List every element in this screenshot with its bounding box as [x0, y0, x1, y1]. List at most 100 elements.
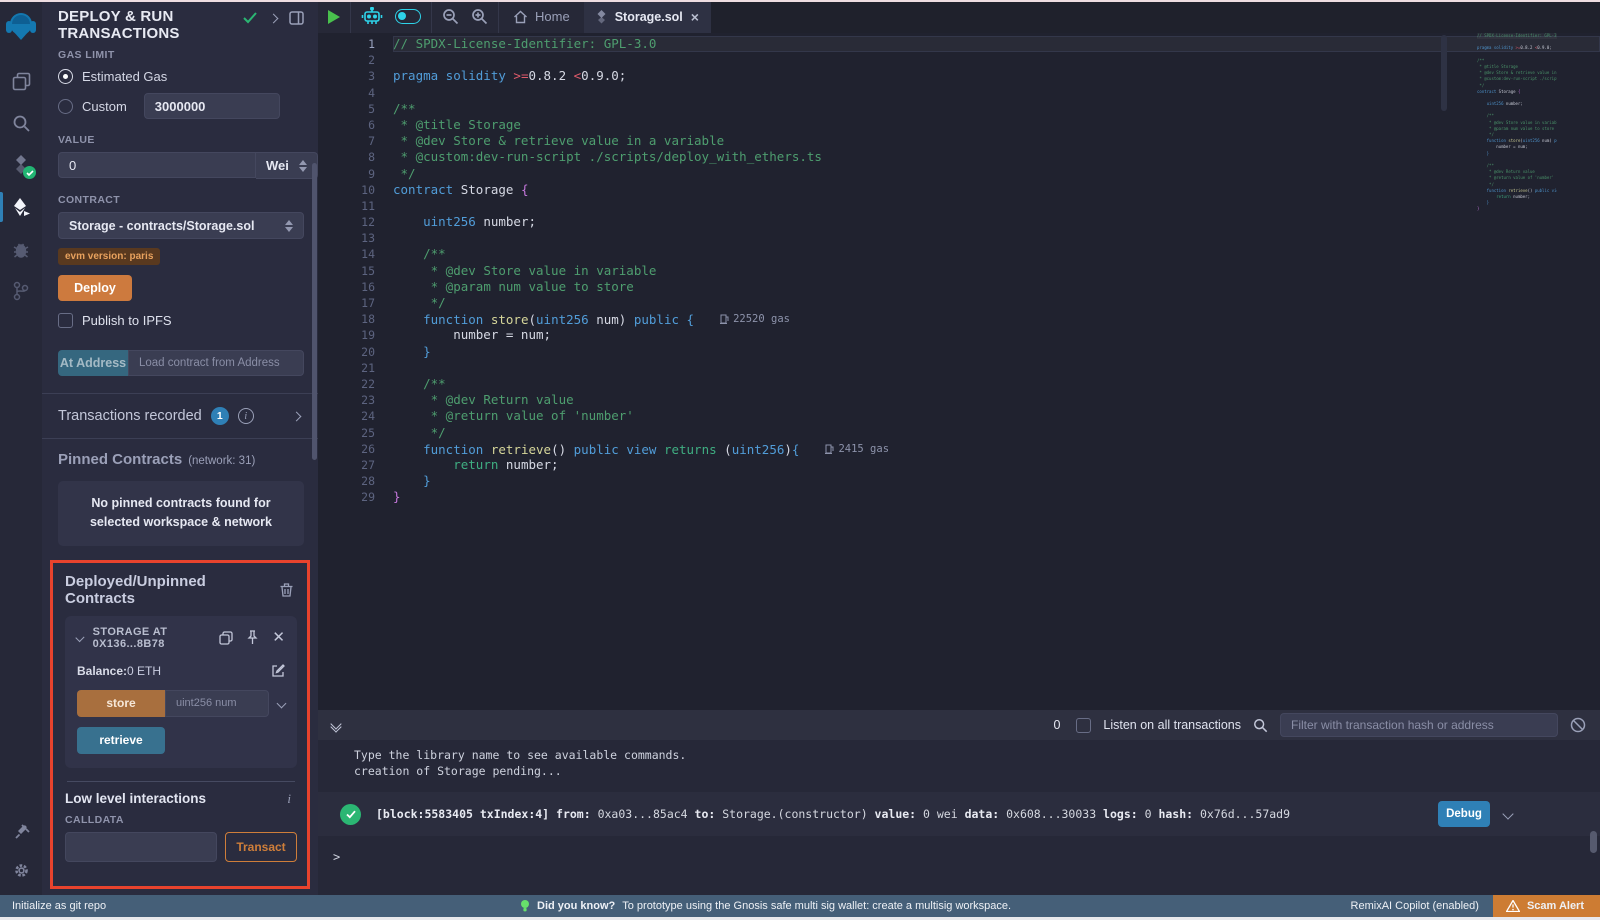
publish-ipfs-label: Publish to IPFS [82, 313, 172, 328]
copilot-status[interactable]: RemixAI Copilot (enabled) [1351, 900, 1479, 912]
custom-gas-label: Custom [82, 99, 127, 114]
copy-address-icon[interactable] [219, 631, 233, 645]
scam-alert-button[interactable]: Scam Alert [1493, 895, 1600, 917]
expand-arguments-chevron[interactable] [277, 698, 287, 708]
value-input[interactable] [58, 152, 256, 178]
git-init-button[interactable]: Initialize as git repo [0, 900, 106, 912]
settings-button[interactable] [0, 851, 42, 889]
did-you-know-tip: Did you know? To prototype using the Gno… [520, 899, 1011, 913]
files-icon [12, 72, 31, 91]
custom-gas-input[interactable] [144, 93, 280, 119]
run-script-button[interactable] [328, 10, 340, 24]
lowlevel-info-icon[interactable]: i [287, 791, 291, 807]
terminal-collapse-button[interactable] [332, 720, 340, 731]
editor-scrollbar[interactable] [1441, 35, 1447, 111]
code-line: } [393, 344, 1600, 360]
calldata-input[interactable] [65, 832, 217, 862]
line-number: 28 [318, 473, 375, 489]
publish-ipfs-checkbox[interactable] [58, 313, 73, 328]
at-address-input[interactable] [128, 350, 304, 376]
clear-instances-button[interactable] [280, 583, 293, 597]
debug-button[interactable]: Debug [1438, 801, 1490, 827]
zoom-in-icon[interactable] [471, 8, 488, 25]
solidity-compiler-button[interactable] [0, 146, 42, 184]
terminal-filter-input[interactable] [1280, 713, 1558, 737]
pinned-empty-line1: No pinned contracts found for [91, 496, 270, 510]
store-argument-input[interactable] [165, 690, 269, 717]
zoom-out-icon[interactable] [442, 8, 459, 25]
compile-success-badge [23, 166, 36, 179]
listen-all-checkbox[interactable] [1076, 718, 1091, 733]
store-function-button[interactable]: store [77, 690, 165, 717]
clear-console-icon[interactable] [1570, 717, 1586, 733]
transactions-recorded-label: Transactions recorded [58, 408, 202, 424]
ai-copilot-toggle[interactable] [395, 9, 421, 24]
home-icon [513, 10, 528, 24]
instance-collapse-chevron[interactable] [75, 633, 84, 642]
gas-estimate-annotation: 2415 gas [825, 441, 889, 457]
contract-select[interactable]: Storage - contracts/Storage.sol [58, 212, 304, 239]
git-button[interactable] [0, 272, 42, 310]
deploy-run-button-active[interactable] [0, 188, 42, 226]
search-icon [12, 114, 31, 133]
edit-balance-button[interactable] [271, 664, 285, 678]
zoom-group [432, 0, 499, 33]
pin-instance-icon[interactable] [246, 630, 259, 645]
line-number: 14 [318, 246, 375, 262]
search-button[interactable] [0, 104, 42, 142]
terminal-log-lines: Type the library name to see available c… [318, 740, 1600, 779]
git-branch-icon [12, 281, 30, 301]
edit-icon [271, 664, 285, 678]
pin-panel-icon[interactable] [289, 11, 304, 25]
status-bar: Initialize as git repo Did you know? To … [0, 895, 1600, 917]
code-editor[interactable]: 1234567891011121314151617181920212223242… [318, 33, 1600, 710]
line-number: 25 [318, 425, 375, 441]
tab-home[interactable]: Home [499, 0, 584, 33]
debugger-button[interactable] [0, 230, 42, 268]
at-address-button[interactable]: At Address [58, 350, 128, 376]
deploy-button[interactable]: Deploy [58, 275, 132, 301]
lowlevel-title: Low level interactions [65, 791, 206, 806]
value-unit-select[interactable]: Wei [256, 152, 318, 179]
deploy-run-panel: DEPLOY & RUN TRANSACTIONS GAS LIMIT Esti… [42, 0, 318, 895]
ai-copilot-robot-icon[interactable] [361, 7, 383, 26]
plugin-manager-button[interactable] [0, 813, 42, 851]
terminal-body[interactable]: Type the library name to see available c… [318, 740, 1600, 895]
panel-expand-chevron[interactable] [269, 13, 279, 23]
transact-button[interactable]: Transact [225, 832, 297, 862]
line-number: 26 [318, 441, 375, 457]
retrieve-function-button[interactable]: retrieve [77, 727, 165, 754]
file-tab-label: Storage.sol [615, 10, 683, 24]
recorded-info-icon[interactable]: i [238, 408, 254, 424]
estimated-gas-radio[interactable] [58, 69, 73, 84]
terminal-scrollbar[interactable] [1590, 831, 1597, 853]
pinned-empty-state: No pinned contracts found for selected w… [58, 481, 304, 546]
custom-gas-radio[interactable] [58, 99, 73, 114]
panel-scrollbar[interactable] [312, 163, 317, 460]
gas-limit-label: GAS LIMIT [58, 49, 304, 61]
icon-rail [0, 0, 42, 895]
calldata-label: CALLDATA [65, 814, 297, 826]
minimap[interactable]: // SPDX-License-Identifier: GPL-3.0 prag… [1477, 33, 1557, 219]
terminal-search-icon[interactable] [1253, 718, 1268, 733]
terminal-prompt[interactable]: > [318, 836, 1600, 864]
run-group [318, 0, 351, 33]
line-number: 3 [318, 68, 375, 84]
window-top-edge [0, 0, 1600, 2]
code-line: // SPDX-License-Identifier: GPL-3.0 [393, 36, 1600, 52]
tab-storage-sol[interactable]: Storage.sol × [584, 0, 711, 33]
contract-stepper-icon [285, 220, 293, 232]
close-tab-icon[interactable]: × [691, 9, 699, 25]
remove-instance-icon[interactable]: ✕ [272, 630, 285, 645]
tx-expand-chevron[interactable] [1502, 808, 1513, 819]
code-line: } [393, 489, 1600, 505]
deployed-contracts-section-annotated: Deployed/Unpinned Contracts STORAGE AT 0… [50, 560, 310, 889]
remix-logo[interactable] [0, 4, 42, 48]
trash-icon [280, 583, 293, 597]
tabbar-empty-space [711, 0, 1600, 33]
recorded-expand-chevron[interactable] [292, 411, 302, 421]
transactions-recorded-count: 1 [211, 407, 229, 425]
terminal: 0 Listen on all transactions Type the li… [318, 710, 1600, 895]
line-number: 24 [318, 408, 375, 424]
file-explorer-button[interactable] [0, 62, 42, 100]
